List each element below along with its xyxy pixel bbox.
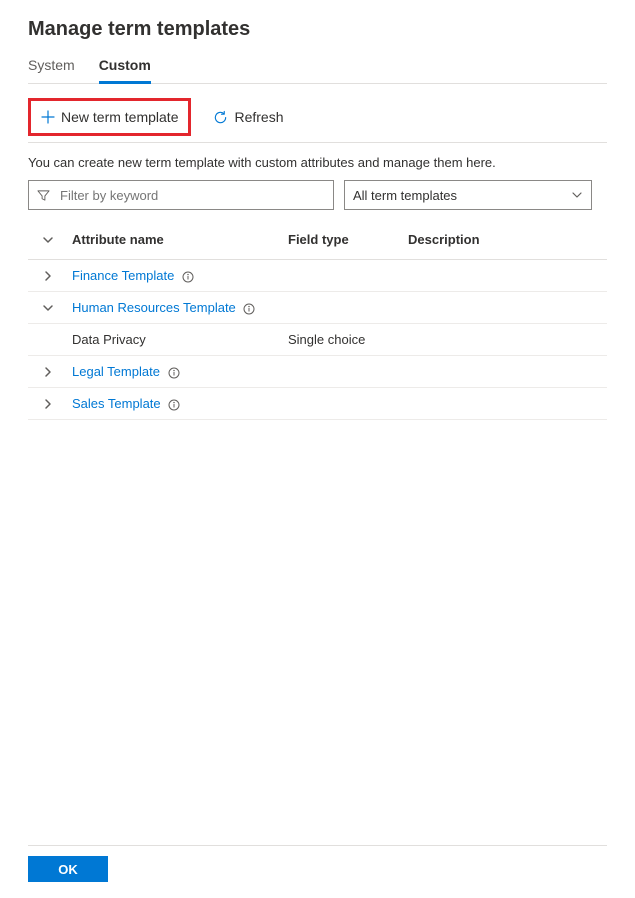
- table-row: Sales Template: [28, 388, 607, 420]
- template-link[interactable]: Human Resources Template: [72, 300, 236, 315]
- chevron-down-icon: [571, 189, 583, 201]
- plus-icon: [41, 110, 55, 124]
- filter-input[interactable]: [58, 187, 325, 204]
- expand-all-toggle[interactable]: [28, 234, 68, 246]
- filter-row: All term templates: [28, 180, 607, 210]
- filter-input-wrapper[interactable]: [28, 180, 334, 210]
- footer: OK: [28, 845, 607, 882]
- filter-icon: [37, 189, 50, 202]
- ok-button[interactable]: OK: [28, 856, 108, 882]
- page-title: Manage term templates: [28, 18, 607, 41]
- new-term-template-button[interactable]: New term template: [33, 103, 186, 131]
- refresh-label: Refresh: [234, 109, 283, 125]
- attribute-field: Single choice: [288, 332, 408, 347]
- refresh-icon: [213, 110, 228, 125]
- dropdown-selected: All term templates: [353, 188, 457, 203]
- new-term-template-label: New term template: [61, 109, 178, 125]
- expand-toggle[interactable]: [28, 398, 68, 410]
- info-icon[interactable]: [182, 271, 194, 283]
- highlight-new-template: New term template: [28, 98, 191, 136]
- col-header-desc[interactable]: Description: [408, 232, 607, 247]
- info-icon[interactable]: [168, 367, 180, 379]
- table-row: Human Resources Template: [28, 292, 607, 324]
- templates-dropdown[interactable]: All term templates: [344, 180, 592, 210]
- table-header: Attribute name Field type Description: [28, 220, 607, 260]
- info-text: You can create new term template with cu…: [28, 155, 607, 170]
- template-link[interactable]: Finance Template: [72, 268, 174, 283]
- info-icon[interactable]: [168, 399, 180, 411]
- tab-system[interactable]: System: [28, 49, 75, 83]
- refresh-button[interactable]: Refresh: [205, 103, 291, 131]
- template-link[interactable]: Legal Template: [72, 364, 160, 379]
- info-icon[interactable]: [243, 303, 255, 315]
- table-row: Finance Template: [28, 260, 607, 292]
- attribute-name: Data Privacy: [68, 332, 288, 347]
- expand-toggle[interactable]: [28, 302, 68, 314]
- expand-toggle[interactable]: [28, 366, 68, 378]
- table-row: Legal Template: [28, 356, 607, 388]
- expand-toggle[interactable]: [28, 270, 68, 282]
- template-link[interactable]: Sales Template: [72, 396, 161, 411]
- table-row: Data Privacy Single choice: [28, 324, 607, 356]
- col-header-field[interactable]: Field type: [288, 232, 408, 247]
- col-header-name[interactable]: Attribute name: [68, 232, 288, 247]
- tabs: System Custom: [28, 49, 607, 84]
- tab-custom[interactable]: Custom: [99, 49, 151, 83]
- toolbar: New term template Refresh: [28, 92, 607, 143]
